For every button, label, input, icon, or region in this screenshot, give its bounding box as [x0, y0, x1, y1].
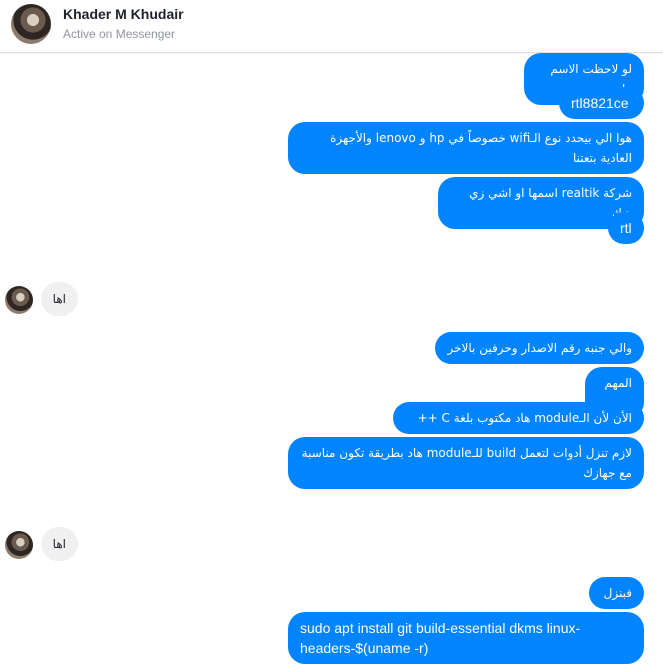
contact-avatar[interactable] [11, 4, 51, 44]
incoming-avatar[interactable] [5, 286, 33, 314]
outgoing-message[interactable]: sudo apt install git build-essential dkm… [288, 612, 644, 664]
incoming-message[interactable]: اها [41, 527, 78, 561]
outgoing-message[interactable]: الأن لأن الـmodule هاد مكتوب بلغة C ++ [393, 402, 644, 434]
contact-status: Active on Messenger [63, 27, 176, 41]
contact-name[interactable]: Khader M Khudair [63, 6, 184, 22]
incoming-message[interactable]: اها [41, 282, 78, 316]
outgoing-message[interactable]: rtl [608, 212, 644, 244]
outgoing-message[interactable]: فبنزل [589, 577, 644, 609]
outgoing-message[interactable]: لازم تنزل أدوات لتعمل build للـmodule ها… [288, 437, 644, 489]
outgoing-message[interactable]: rtl8821ce [559, 87, 644, 119]
outgoing-message[interactable]: هوا الي بيحدد نوع الـwifi خصوصاً في hp و… [288, 122, 644, 174]
chat-header: Khader M Khudair Active on Messenger [0, 0, 663, 53]
outgoing-message[interactable]: والي جنبه رقم الاصدار وحرفين بالاخر [435, 332, 644, 364]
incoming-avatar[interactable] [5, 531, 33, 559]
